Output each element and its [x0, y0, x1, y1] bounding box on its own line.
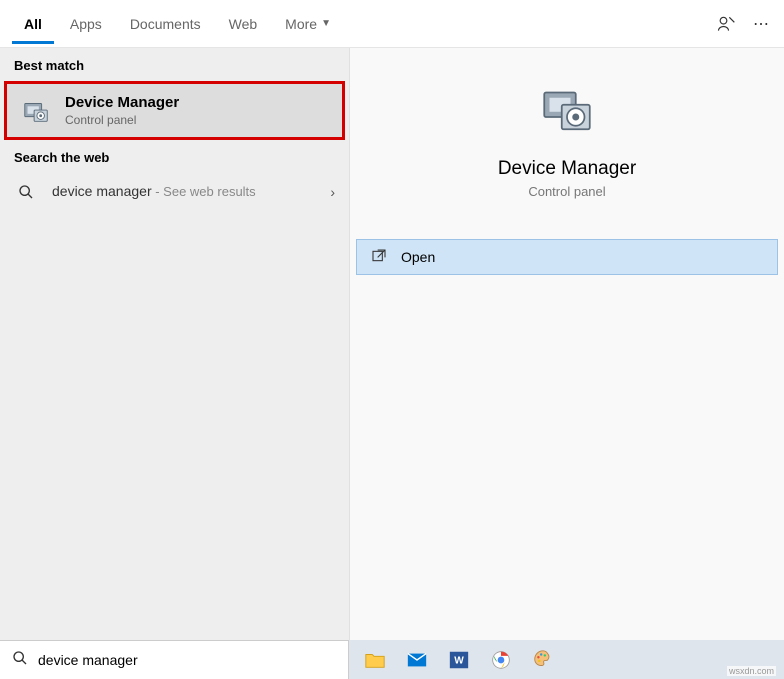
result-subtitle: Control panel: [65, 113, 179, 127]
open-icon: [371, 248, 389, 266]
feedback-icon[interactable]: [716, 14, 736, 34]
result-title: Device Manager: [65, 94, 179, 111]
tab-more[interactable]: More ▼: [273, 4, 343, 44]
web-result-device-manager[interactable]: device manager - See web results ›: [0, 173, 349, 211]
tab-web[interactable]: Web: [217, 4, 270, 44]
open-label: Open: [401, 249, 435, 265]
taskbar-mail[interactable]: [399, 645, 435, 675]
web-result-hint: - See web results: [152, 184, 256, 199]
chevron-down-icon: ▼: [321, 18, 331, 29]
taskbar-paint[interactable]: [525, 645, 561, 675]
search-input[interactable]: [38, 652, 336, 668]
tab-apps[interactable]: Apps: [58, 4, 114, 44]
search-icon: [14, 184, 38, 200]
taskbar-chrome[interactable]: [483, 645, 519, 675]
taskbar: W wsxdn.com: [349, 640, 784, 679]
search-icon: [12, 650, 28, 671]
best-match-header: Best match: [0, 48, 349, 81]
device-manager-icon: [21, 96, 51, 126]
tab-documents[interactable]: Documents: [118, 4, 213, 44]
results-panel: Best match Device Manager Control panel …: [0, 48, 349, 640]
filter-tabs: All Apps Documents Web More ▼ ⋯: [0, 0, 784, 48]
preview-title: Device Manager: [370, 158, 764, 180]
web-result-query: device manager: [52, 183, 152, 199]
chevron-right-icon: ›: [330, 184, 335, 200]
device-manager-large-icon: [535, 78, 599, 142]
taskbar-file-explorer[interactable]: [357, 645, 393, 675]
svg-text:W: W: [454, 655, 464, 666]
open-button[interactable]: Open: [356, 239, 778, 275]
tab-all[interactable]: All: [12, 4, 54, 44]
search-box[interactable]: [0, 640, 349, 679]
taskbar-word[interactable]: W: [441, 645, 477, 675]
preview-panel: Device Manager Control panel Open: [349, 48, 784, 640]
more-options-icon[interactable]: ⋯: [752, 14, 772, 34]
watermark: wsxdn.com: [727, 666, 776, 676]
preview-subtitle: Control panel: [370, 184, 764, 199]
search-web-header: Search the web: [0, 140, 349, 173]
result-device-manager[interactable]: Device Manager Control panel: [4, 81, 345, 140]
tab-more-label: More: [285, 16, 317, 32]
